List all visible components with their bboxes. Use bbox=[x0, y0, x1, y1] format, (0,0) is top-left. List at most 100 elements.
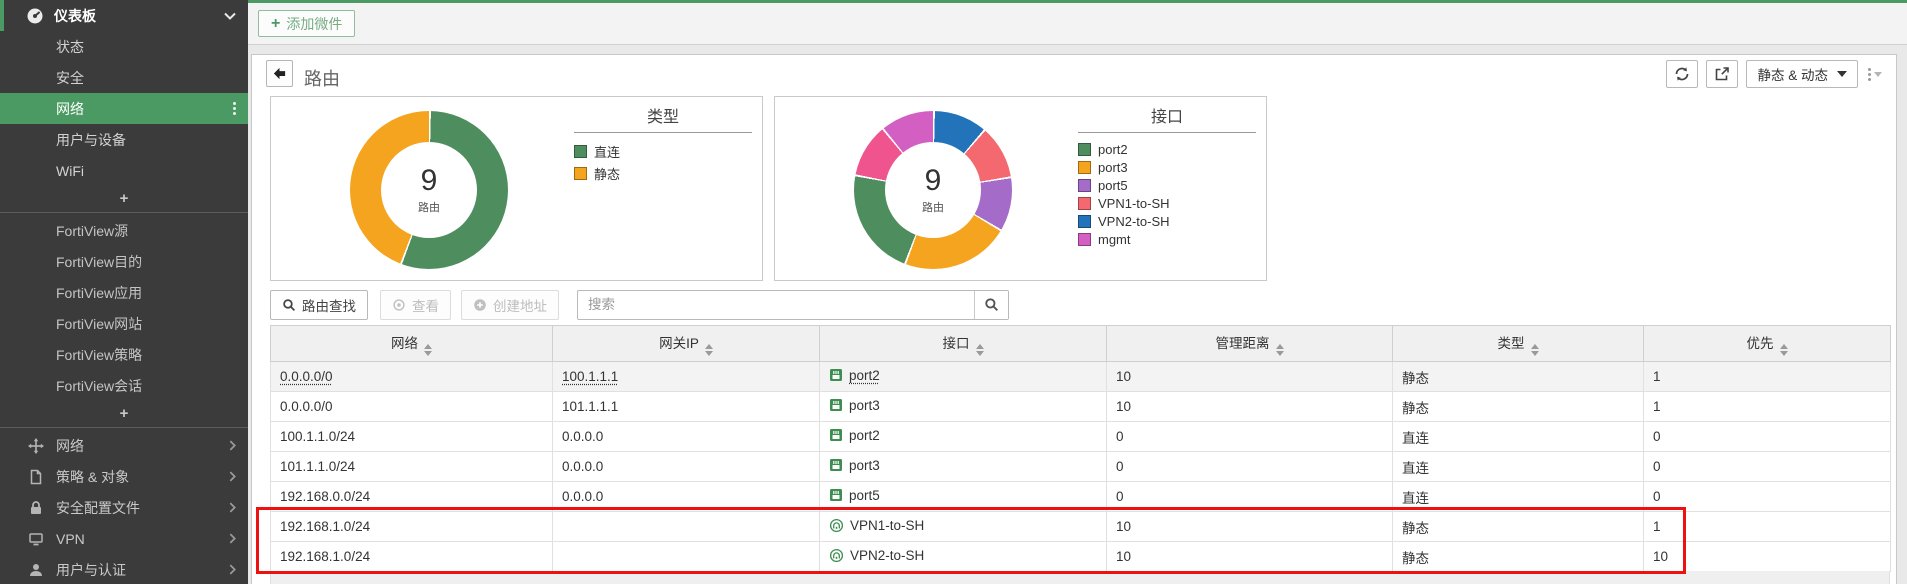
sort-icon bbox=[705, 344, 713, 356]
col-header-gateway[interactable]: 网关IP bbox=[553, 326, 820, 362]
sidebar-item-fortiview-destination[interactable]: FortiView目的 bbox=[0, 246, 248, 277]
vpn-tunnel-icon bbox=[829, 548, 844, 563]
sidebar-item-security[interactable]: 安全 bbox=[0, 62, 248, 93]
route-row-highlighted[interactable]: 192.168.1.0/24 VPN2-to-SH 10 静态 10 bbox=[271, 542, 1891, 572]
route-row[interactable]: 0.0.0.0/0 100.1.1.1 port2 10 静态 1 bbox=[271, 362, 1891, 392]
add-widget-button[interactable]: + 添加微件 bbox=[258, 10, 355, 37]
legend-item[interactable]: port2 bbox=[1078, 142, 1256, 157]
sidebar-item-vpn[interactable]: VPN bbox=[0, 523, 248, 554]
legend-item[interactable]: VPN2-to-SH bbox=[1078, 214, 1256, 229]
donut-chart-type[interactable]: 9 路由 bbox=[350, 111, 508, 269]
policy-document-icon bbox=[28, 469, 44, 485]
col-header-network[interactable]: 网络 bbox=[271, 326, 553, 362]
lock-icon bbox=[28, 500, 44, 516]
sidebar-item-policy-objects[interactable]: 策略 & 对象 bbox=[0, 461, 248, 492]
move-arrows-icon bbox=[28, 438, 44, 454]
col-header-interface[interactable]: 接口 bbox=[820, 326, 1107, 362]
back-button[interactable] bbox=[266, 60, 293, 87]
route-row[interactable]: 100.1.1.0/24 0.0.0.0 port2 0 直连 0 bbox=[271, 422, 1891, 452]
legend-swatch bbox=[1078, 233, 1091, 246]
route-lookup-button[interactable]: 路由查找 bbox=[270, 290, 368, 320]
donut-chart-interface[interactable]: 9 路由 bbox=[854, 111, 1012, 269]
sidebar-item-fortiview-policy[interactable]: FortiView策略 bbox=[0, 339, 248, 370]
refresh-icon bbox=[1674, 66, 1690, 82]
caret-down-icon bbox=[1837, 71, 1847, 77]
search-icon bbox=[282, 298, 296, 312]
legend-item[interactable]: port3 bbox=[1078, 160, 1256, 175]
route-row[interactable]: 101.1.1.0/24 0.0.0.0 port3 0 直连 0 bbox=[271, 452, 1891, 482]
sidebar-item-security-profiles[interactable]: 安全配置文件 bbox=[0, 492, 248, 523]
chart-box-interface: 9 路由 接口 port2 port3 port5 VPN1-to-SH VPN… bbox=[774, 96, 1267, 281]
create-address-button[interactable]: 创建地址 bbox=[461, 290, 559, 320]
sort-icon bbox=[1780, 344, 1788, 356]
gauge-icon bbox=[26, 7, 44, 25]
open-in-new-button[interactable] bbox=[1706, 60, 1738, 88]
sort-icon bbox=[424, 344, 432, 356]
search-submit-button[interactable] bbox=[974, 291, 1008, 319]
donut-center: 9 路由 bbox=[381, 142, 477, 238]
plus-circle-icon bbox=[473, 298, 487, 312]
dashboard-toolbar: + 添加微件 bbox=[248, 3, 1907, 45]
search-icon bbox=[984, 297, 999, 312]
sidebar-item-wifi[interactable]: WiFi bbox=[0, 155, 248, 186]
col-header-type[interactable]: 类型 bbox=[1393, 326, 1644, 362]
donut-center: 9 路由 bbox=[885, 142, 981, 238]
search-input[interactable] bbox=[578, 291, 974, 319]
active-accent-bar bbox=[0, 0, 4, 31]
add-fortiview-button[interactable]: + bbox=[0, 401, 248, 425]
route-count: 9 bbox=[421, 166, 438, 196]
legend-item[interactable]: 直连 bbox=[574, 142, 752, 161]
sidebar-item-network[interactable]: 网络 bbox=[0, 430, 248, 461]
table-header-row: 网络 网关IP 接口 管理距离 类型 优先 bbox=[271, 326, 1891, 362]
route-filter-dropdown[interactable]: 静态 & 动态 bbox=[1746, 60, 1858, 88]
sidebar-item-fortiview-website[interactable]: FortiView网站 bbox=[0, 308, 248, 339]
legend-item[interactable]: port5 bbox=[1078, 178, 1256, 193]
legend-swatch bbox=[574, 167, 587, 180]
legend-item[interactable]: VPN1-to-SH bbox=[1078, 196, 1256, 211]
route-row[interactable]: 0.0.0.0/0 101.1.1.1 port3 10 静态 1 bbox=[271, 392, 1891, 422]
routing-widget-panel: 路由 静态 & 动态 bbox=[251, 54, 1897, 584]
chevron-down-icon[interactable] bbox=[224, 12, 236, 20]
kebab-icon bbox=[1868, 68, 1871, 81]
sidebar-item-status[interactable]: 状态 bbox=[0, 31, 248, 62]
route-row-highlighted[interactable]: 192.168.1.0/24 VPN1-to-SH 10 静态 1 bbox=[271, 512, 1891, 542]
widget-menu-button[interactable] bbox=[1866, 66, 1884, 83]
col-header-distance[interactable]: 管理距离 bbox=[1107, 326, 1393, 362]
sidebar-item-dashboard[interactable]: 仪表板 bbox=[0, 0, 248, 31]
monitor-icon bbox=[28, 531, 44, 547]
add-dashboard-button[interactable]: + bbox=[0, 186, 248, 210]
route-row[interactable]: 192.168.0.0/24 0.0.0.0 port5 0 直连 0 bbox=[271, 482, 1891, 512]
sidebar-divider bbox=[0, 427, 248, 428]
legend-interface: 接口 port2 port3 port5 VPN1-to-SH VPN2-to-… bbox=[1078, 103, 1256, 247]
view-button[interactable]: 查看 bbox=[380, 290, 451, 320]
sidebar-item-fortiview-source[interactable]: FortiView源 bbox=[0, 215, 248, 246]
legend-item[interactable]: mgmt bbox=[1078, 232, 1256, 247]
sort-icon bbox=[1531, 344, 1539, 356]
route-table: 网络 网关IP 接口 管理距离 类型 优先 0.0.0.0/0 100.1.1.… bbox=[270, 325, 1891, 572]
ethernet-port-icon bbox=[829, 368, 843, 382]
chevron-right-icon bbox=[229, 564, 236, 575]
fortigate-dashboard-page: 仪表板 状态 安全 网络 用户与设备 WiFi + FortiView源 For… bbox=[0, 0, 1907, 584]
sidebar-item-network-dashboard[interactable]: 网络 bbox=[0, 93, 248, 124]
ethernet-port-icon bbox=[829, 398, 843, 412]
sidebar-divider bbox=[0, 212, 248, 213]
legend-title: 类型 bbox=[574, 103, 752, 133]
sidebar-item-fortiview-session[interactable]: FortiView会话 bbox=[0, 370, 248, 401]
search-box bbox=[577, 290, 1009, 320]
chevron-right-icon bbox=[229, 440, 236, 451]
legend-swatch bbox=[1078, 179, 1091, 192]
chevron-right-icon bbox=[229, 502, 236, 513]
route-count: 9 bbox=[925, 166, 942, 196]
widget-controls: 静态 & 动态 bbox=[1666, 60, 1884, 88]
plus-icon: + bbox=[271, 15, 280, 33]
sidebar-item-users-devices[interactable]: 用户与设备 bbox=[0, 124, 248, 155]
sidebar-item-user-authentication[interactable]: 用户与认证 bbox=[0, 554, 248, 584]
kebab-menu-icon[interactable] bbox=[233, 102, 236, 115]
refresh-button[interactable] bbox=[1666, 60, 1698, 88]
next-row-partial bbox=[270, 571, 1890, 584]
legend-item[interactable]: 静态 bbox=[574, 164, 752, 183]
col-header-priority[interactable]: 优先 bbox=[1644, 326, 1891, 362]
caret-down-icon bbox=[1874, 72, 1882, 77]
legend-swatch bbox=[1078, 215, 1091, 228]
sidebar-item-fortiview-application[interactable]: FortiView应用 bbox=[0, 277, 248, 308]
